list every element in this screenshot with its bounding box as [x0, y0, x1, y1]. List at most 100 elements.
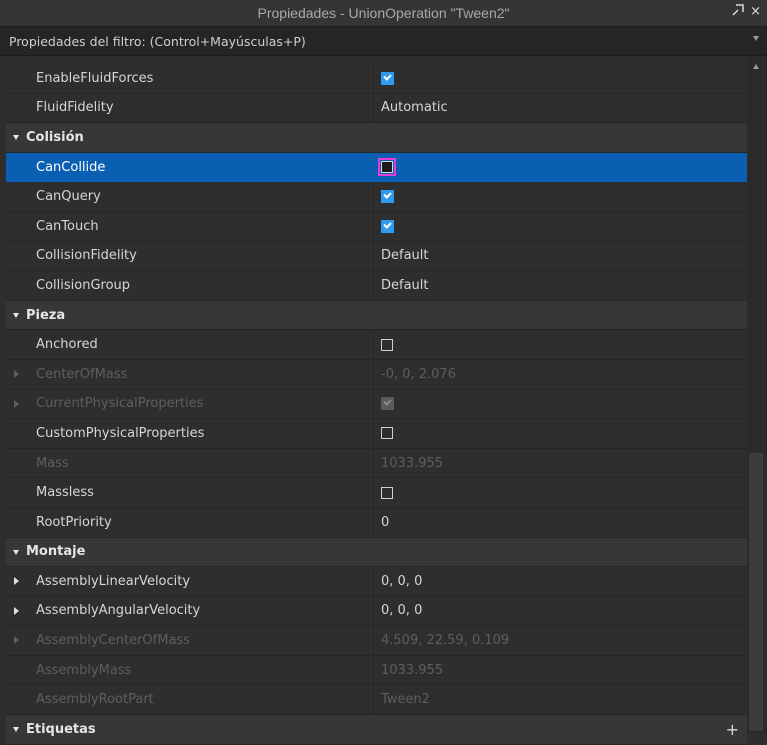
property-name: CanCollide [36, 159, 106, 175]
property-value[interactable] [381, 64, 394, 93]
close-icon[interactable]: × [750, 4, 761, 20]
property-value[interactable] [381, 478, 393, 507]
property-row[interactable]: Mass 1033.955 [6, 448, 747, 479]
column-divider [373, 448, 374, 478]
property-name: Anchored [36, 337, 98, 353]
highlight-box [378, 158, 396, 177]
property-value[interactable]: Default [381, 242, 429, 271]
checkbox[interactable] [381, 219, 394, 233]
column-divider [373, 359, 374, 389]
collapse-triangle-icon[interactable] [13, 549, 19, 555]
category-header[interactable]: Montaje [6, 537, 747, 568]
value-text: 0 [381, 514, 390, 530]
property-value[interactable]: 0 [381, 508, 389, 537]
property-row[interactable]: CanQuery [6, 182, 747, 212]
checkbox[interactable] [381, 427, 393, 440]
property-row[interactable]: AssemblyCenterOfMass 4.509, 22.59, 0.109 [6, 626, 747, 656]
expand-triangle-icon[interactable] [14, 399, 19, 408]
expand-triangle-icon[interactable] [14, 369, 19, 378]
property-name: EnableFluidForces [36, 70, 154, 86]
property-value[interactable] [381, 182, 394, 211]
column-divider [373, 152, 374, 182]
property-row[interactable]: Anchored [6, 330, 747, 360]
scrollbar[interactable] [747, 56, 767, 733]
expand-triangle-icon[interactable] [14, 606, 19, 615]
property-name: AssemblyRootPart [36, 692, 154, 708]
property-value[interactable] [381, 330, 393, 359]
checkbox [381, 397, 394, 411]
column-divider [373, 389, 374, 419]
chevron-down-icon[interactable] [753, 36, 759, 41]
add-tag-button[interactable]: + [726, 720, 739, 739]
column-divider [373, 241, 374, 271]
property-value: 1033.955 [381, 449, 443, 478]
property-name: AssemblyMass [36, 662, 132, 678]
property-row[interactable]: CurrentPhysicalProperties [6, 389, 747, 420]
scrollbar-thumb[interactable] [749, 453, 763, 731]
value-text: 1033.955 [381, 455, 444, 471]
category-label: Colisión [26, 129, 84, 145]
property-value[interactable]: 0, 0, 0 [381, 597, 422, 626]
property-name: Massless [36, 485, 94, 501]
value-text: Default [381, 277, 429, 293]
value-text: 0, 0, 0 [381, 573, 423, 589]
property-name: CanQuery [36, 189, 101, 205]
category-header[interactable]: Colisión [6, 123, 747, 153]
property-row[interactable]: CenterOfMass -0, 0, 2.076 [6, 359, 747, 390]
property-row[interactable]: FluidFidelity Automatic [6, 93, 747, 124]
category-header[interactable]: Etiquetas + [6, 715, 747, 745]
checkbox[interactable] [381, 338, 393, 351]
checkbox[interactable] [378, 158, 396, 177]
value-text: Tween2 [381, 692, 430, 708]
property-value [381, 390, 394, 419]
property-name: Mass [36, 455, 69, 471]
column-divider [373, 685, 374, 715]
filter-input[interactable]: Propiedades del filtro: (Control+Mayúscu… [0, 34, 306, 49]
collapse-triangle-icon[interactable] [13, 312, 19, 318]
property-name: CurrentPhysicalProperties [36, 396, 204, 412]
property-value[interactable]: 0, 0, 0 [381, 567, 422, 596]
property-row[interactable]: EnableFluidForces [6, 64, 747, 94]
collapse-triangle-icon[interactable] [13, 135, 19, 141]
property-row[interactable]: Massless [6, 478, 747, 508]
value-text: 0, 0, 0 [381, 603, 423, 619]
category-label: Pieza [26, 307, 66, 323]
expand-triangle-icon[interactable] [14, 636, 19, 645]
value-text: Automatic [381, 100, 448, 116]
property-row[interactable]: AssemblyMass 1033.955 [6, 655, 747, 686]
column-divider [373, 655, 374, 685]
property-row[interactable]: AssemblyRootPart Tween2 [6, 685, 747, 716]
property-value: 4.509, 22.59, 0.109 [381, 626, 509, 655]
property-value[interactable]: Default [381, 271, 429, 300]
property-value[interactable] [381, 419, 393, 448]
property-row[interactable]: CanCollide [6, 152, 747, 183]
column-divider [373, 330, 374, 359]
category-header[interactable]: Pieza [6, 300, 747, 331]
property-value[interactable] [378, 153, 396, 182]
property-row[interactable]: CustomPhysicalProperties [6, 419, 747, 449]
value-text: 4.509, 22.59, 0.109 [381, 633, 510, 649]
filter-bar[interactable]: Propiedades del filtro: (Control+Mayúscu… [0, 26, 767, 56]
popout-icon[interactable] [732, 4, 744, 20]
property-row[interactable]: CollisionGroup Default [6, 271, 747, 301]
property-row[interactable]: RootPriority 0 [6, 507, 747, 538]
value-text: -0, 0, 2.076 [381, 366, 456, 382]
collapse-triangle-icon[interactable] [13, 727, 19, 733]
category-label: Montaje [26, 544, 86, 560]
checkbox[interactable] [381, 486, 393, 499]
scroll-up-icon[interactable] [753, 64, 759, 69]
property-row[interactable]: CollisionFidelity Default [6, 241, 747, 272]
column-divider [373, 211, 374, 241]
property-row[interactable]: AssemblyLinearVelocity 0, 0, 0 [6, 567, 747, 597]
property-name: CenterOfMass [36, 366, 128, 382]
checkbox[interactable] [381, 71, 394, 85]
checkbox[interactable] [381, 190, 394, 204]
column-divider [373, 507, 374, 537]
expand-triangle-icon[interactable] [14, 577, 19, 586]
property-value[interactable] [381, 212, 394, 241]
property-value: Tween2 [381, 685, 430, 714]
property-row[interactable]: AssemblyAngularVelocity 0, 0, 0 [6, 596, 747, 627]
property-name: RootPriority [36, 514, 112, 530]
property-row[interactable]: CanTouch [6, 211, 747, 242]
property-value[interactable]: Automatic [381, 94, 448, 123]
